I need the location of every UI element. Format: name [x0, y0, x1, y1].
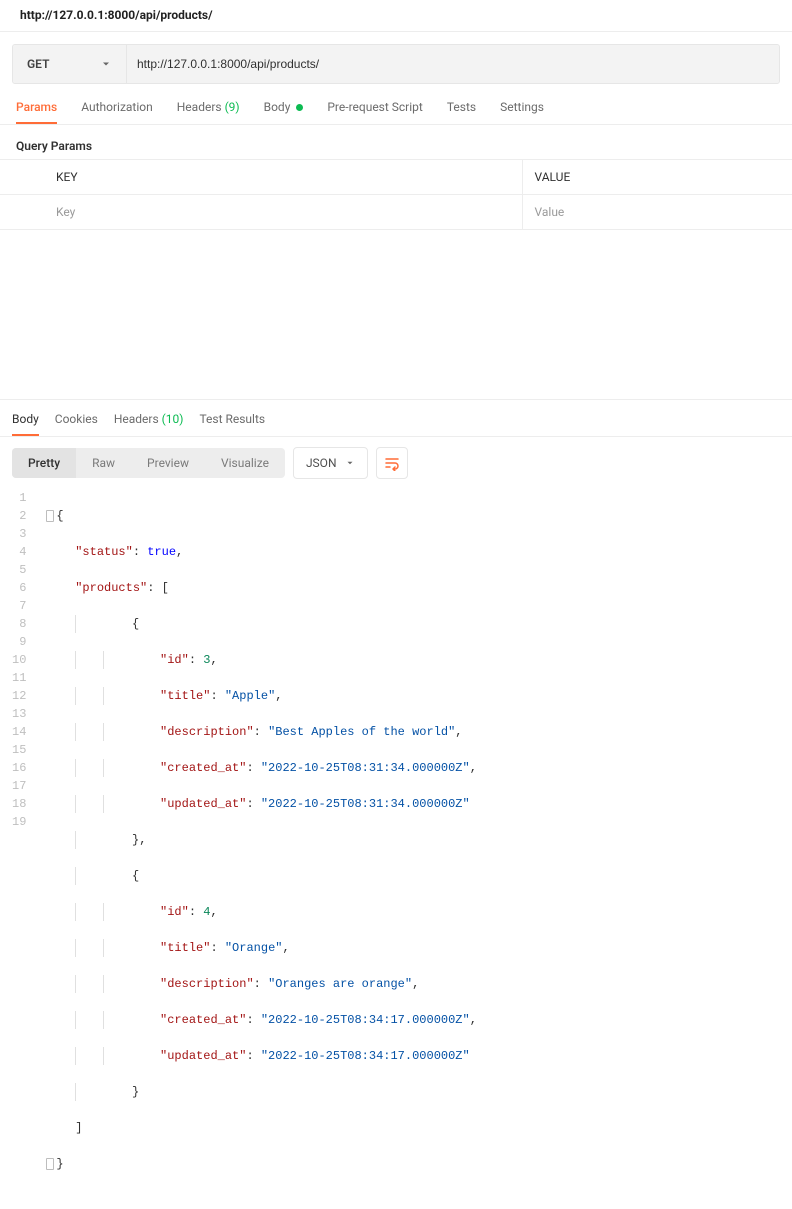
spacer: [0, 230, 792, 400]
line-number: 1: [12, 489, 26, 507]
line-number: 18: [12, 795, 26, 813]
tab-body-label: Body: [264, 100, 291, 114]
tab-title[interactable]: http://127.0.0.1:8000/api/products/: [20, 8, 213, 22]
tab-params[interactable]: Params: [16, 100, 57, 124]
response-tab-body[interactable]: Body: [12, 412, 39, 436]
pretty-button[interactable]: Pretty: [12, 448, 76, 478]
tab-body[interactable]: Body: [264, 100, 304, 124]
key-input[interactable]: Key: [0, 195, 522, 230]
line-number: 15: [12, 741, 26, 759]
line-number: 6: [12, 579, 26, 597]
line-number: 4: [12, 543, 26, 561]
code-viewer[interactable]: 1 2 3 4 5 6 7 8 9 10 11 12 13 14 15 16 1…: [0, 489, 792, 1209]
tab-headers[interactable]: Headers (9): [177, 100, 240, 124]
line-number: 5: [12, 561, 26, 579]
tab-authorization[interactable]: Authorization: [81, 100, 153, 124]
request-tabs: Params Authorization Headers (9) Body Pr…: [0, 84, 792, 125]
request-row: GET: [12, 44, 780, 84]
line-number: 10: [12, 651, 26, 669]
line-number: 19: [12, 813, 26, 831]
wrap-lines-button[interactable]: [376, 447, 408, 479]
format-label: JSON: [306, 456, 337, 470]
query-params-table: KEY VALUE Key Value: [0, 159, 792, 230]
http-method-select[interactable]: GET: [13, 45, 127, 83]
response-tab-test-results[interactable]: Test Results: [199, 412, 265, 436]
url-input[interactable]: [127, 45, 779, 83]
table-row[interactable]: Key Value: [0, 195, 792, 230]
wrap-icon: [384, 455, 400, 471]
line-number: 17: [12, 777, 26, 795]
line-gutter: 1 2 3 4 5 6 7 8 9 10 11 12 13 14 15 16 1…: [12, 489, 46, 1209]
response-toolbar: Pretty Raw Preview Visualize JSON: [0, 437, 792, 489]
col-value: VALUE: [522, 160, 792, 195]
line-number: 12: [12, 687, 26, 705]
line-number: 3: [12, 525, 26, 543]
response-tab-headers[interactable]: Headers (10): [114, 412, 184, 436]
tab-settings[interactable]: Settings: [500, 100, 544, 124]
col-key: KEY: [0, 160, 522, 195]
value-input[interactable]: Value: [522, 195, 792, 230]
tab-bar: http://127.0.0.1:8000/api/products/: [0, 0, 792, 32]
line-number: 8: [12, 615, 26, 633]
tab-tests[interactable]: Tests: [447, 100, 476, 124]
tab-headers-count: (9): [225, 100, 240, 114]
query-params-title: Query Params: [0, 125, 792, 159]
response-tab-headers-count: (10): [162, 412, 184, 426]
response-tab-headers-label: Headers: [114, 412, 159, 426]
response-tab-cookies[interactable]: Cookies: [55, 412, 98, 436]
table-header-row: KEY VALUE: [0, 160, 792, 195]
chevron-down-icon: [100, 58, 112, 70]
raw-button[interactable]: Raw: [76, 448, 131, 478]
line-number: 16: [12, 759, 26, 777]
body-indicator-dot: [296, 104, 303, 111]
response-tabs: Body Cookies Headers (10) Test Results: [0, 400, 792, 437]
view-mode-segment: Pretty Raw Preview Visualize: [12, 448, 285, 478]
tab-headers-label: Headers: [177, 100, 222, 114]
line-number: 9: [12, 633, 26, 651]
line-number: 14: [12, 723, 26, 741]
format-select[interactable]: JSON: [293, 447, 368, 479]
chevron-down-icon: [345, 458, 355, 468]
visualize-button[interactable]: Visualize: [205, 448, 285, 478]
preview-button[interactable]: Preview: [131, 448, 205, 478]
line-number: 2: [12, 507, 26, 525]
http-method-label: GET: [27, 57, 49, 71]
line-number: 13: [12, 705, 26, 723]
code-content[interactable]: { "status": true, "products": [ { "id": …: [46, 489, 477, 1209]
tab-prerequest[interactable]: Pre-request Script: [327, 100, 422, 124]
line-number: 7: [12, 597, 26, 615]
line-number: 11: [12, 669, 26, 687]
